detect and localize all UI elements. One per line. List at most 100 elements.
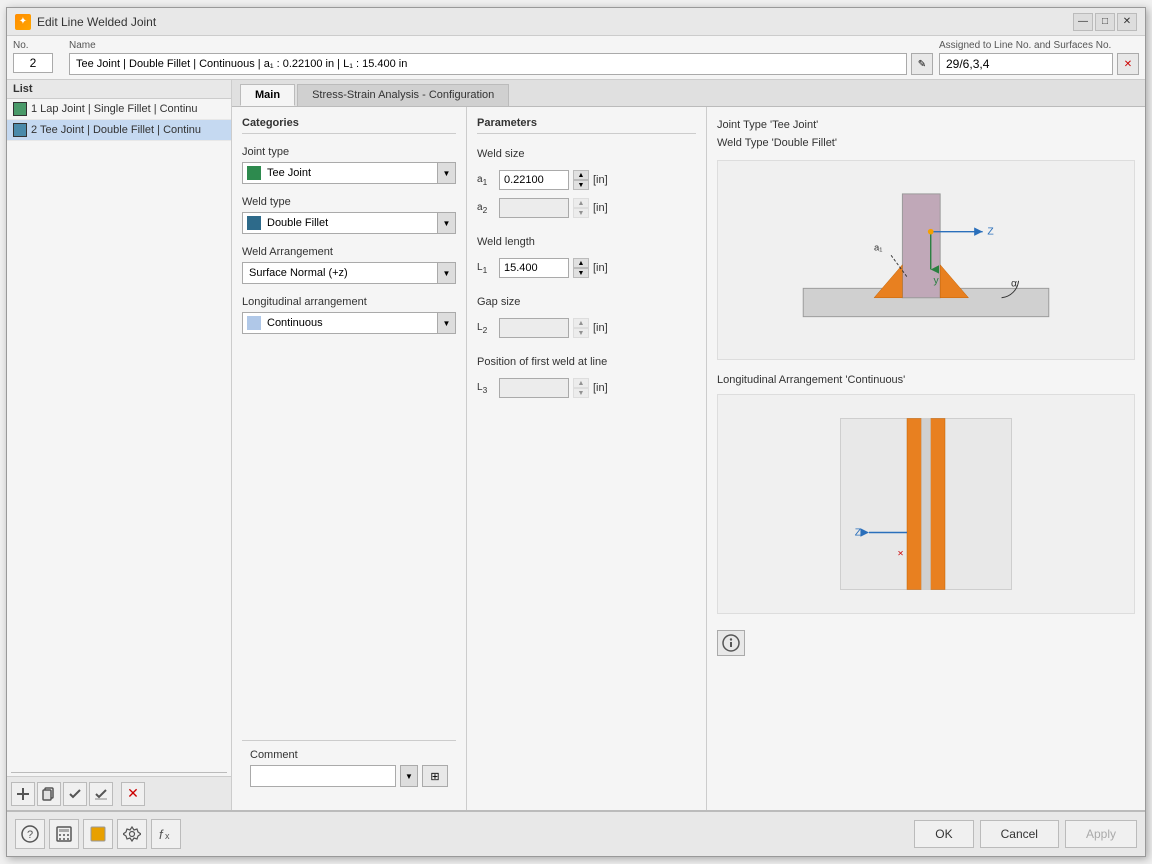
weld-type-group: Weld type Double Fillet ▼ [242, 196, 456, 234]
comment-edit-button[interactable]: ⊞ [422, 765, 448, 787]
joint-type-arrow-icon: ▼ [437, 163, 455, 183]
apply-button[interactable]: Apply [1065, 820, 1137, 848]
joint-type-info: Joint Type 'Tee Joint' Weld Type 'Double… [717, 117, 1135, 152]
bottom-right-buttons: OK Cancel Apply [914, 820, 1137, 848]
dialog-title: Edit Line Welded Joint [37, 15, 156, 29]
gap-size-group: Gap size L2 ▲ ▼ [in] [477, 296, 696, 342]
no-input[interactable] [13, 53, 53, 73]
weld-type-label: Weld type [242, 196, 456, 208]
longitudinal-diagram: Z × [717, 394, 1135, 614]
a1-label: a1 [477, 174, 495, 187]
svg-text:x: x [165, 831, 170, 841]
check-all-button[interactable] [63, 782, 87, 806]
weld-arrangement-label: Weld Arrangement [242, 246, 456, 258]
longitudinal-group: Longitudinal arrangement Continuous ▼ [242, 296, 456, 334]
weld-arrangement-select[interactable]: Surface Normal (+z) ▼ [242, 262, 456, 284]
assigned-label: Assigned to Line No. and Surfaces No. [939, 40, 1139, 51]
list-item-icon [13, 102, 27, 116]
maximize-button[interactable]: □ [1095, 13, 1115, 31]
close-button[interactable]: ✕ [1117, 13, 1137, 31]
svg-text:Z: Z [855, 528, 862, 539]
a2-spinner: ▲ ▼ [573, 198, 589, 218]
list-item[interactable]: 2 Tee Joint | Double Fillet | Continu [7, 120, 231, 141]
tabs: Main Stress-Strain Analysis - Configurat… [232, 80, 1145, 107]
a1-row: a1 ▲ ▼ [in] [477, 170, 696, 190]
l1-spinner[interactable]: ▲ ▼ [573, 258, 589, 278]
a1-increment-button[interactable]: ▲ [573, 170, 589, 180]
a1-input[interactable] [499, 170, 569, 190]
l2-unit: [in] [593, 322, 608, 334]
a2-label: a2 [477, 202, 495, 215]
duplicate-item-button[interactable] [37, 782, 61, 806]
weld-type-color-indicator [247, 216, 261, 230]
l1-increment-button[interactable]: ▲ [573, 258, 589, 268]
joint-type-select[interactable]: Tee Joint ▼ [242, 162, 456, 184]
l3-input [499, 378, 569, 398]
no-field-group: No. [13, 40, 63, 75]
a2-unit: [in] [593, 202, 608, 214]
l3-row: L3 ▲ ▼ [in] [477, 378, 696, 398]
longitudinal-select[interactable]: Continuous ▼ [242, 312, 456, 334]
list-item-label: 1 Lap Joint | Single Fillet | Continu [31, 103, 198, 115]
comment-select[interactable] [250, 765, 396, 787]
svg-text:f: f [159, 827, 164, 842]
calculator-button[interactable] [49, 819, 79, 849]
l1-row: L1 ▲ ▼ [in] [477, 258, 696, 278]
l3-increment-button: ▲ [573, 378, 589, 388]
title-bar: ✦ Edit Line Welded Joint — □ ✕ [7, 8, 1145, 36]
visual-bottom [717, 630, 1135, 656]
l3-label: L3 [477, 382, 495, 395]
ok-button[interactable]: OK [914, 820, 973, 848]
position-label: Position of first weld at line [477, 356, 696, 368]
a2-decrement-button: ▼ [573, 208, 589, 218]
a1-spinner[interactable]: ▲ ▼ [573, 170, 589, 190]
minimize-button[interactable]: — [1073, 13, 1093, 31]
svg-text:×: × [898, 548, 904, 559]
list-item[interactable]: 1 Lap Joint | Single Fillet | Continu [7, 99, 231, 120]
cancel-button[interactable]: Cancel [980, 820, 1059, 848]
assigned-clear-button[interactable]: ✕ [1117, 53, 1139, 75]
assigned-row: ✕ [939, 53, 1139, 75]
comment-dropdown-arrow-icon[interactable]: ▼ [400, 765, 418, 787]
l2-spinner: ▲ ▼ [573, 318, 589, 338]
tab-content: Categories Joint type Tee Joint ▼ Weld t… [232, 107, 1145, 810]
svg-text:Z: Z [987, 227, 994, 238]
comment-row: ▼ ⊞ [250, 765, 448, 787]
new-item-button[interactable] [11, 782, 35, 806]
l3-unit: [in] [593, 382, 608, 394]
list-header: List [7, 80, 231, 99]
list-toolbar: ✕ [7, 776, 231, 810]
info-button[interactable] [717, 630, 745, 656]
list-item-icon [13, 123, 27, 137]
a1-decrement-button[interactable]: ▼ [573, 180, 589, 190]
color-button[interactable] [83, 819, 113, 849]
name-edit-button[interactable]: ✎ [911, 53, 933, 75]
a1-unit: [in] [593, 174, 608, 186]
name-row: ✎ [69, 53, 933, 75]
l2-label: L2 [477, 322, 495, 335]
categories-title: Categories [242, 117, 456, 134]
l1-decrement-button[interactable]: ▼ [573, 268, 589, 278]
weld-type-select[interactable]: Double Fillet ▼ [242, 212, 456, 234]
title-bar-left: ✦ Edit Line Welded Joint [15, 14, 156, 30]
weld-type-value: Double Fillet [265, 217, 437, 229]
joint-type-value: Tee Joint [265, 167, 437, 179]
uncheck-all-button[interactable] [89, 782, 113, 806]
tab-main[interactable]: Main [240, 84, 295, 106]
delete-item-button[interactable]: ✕ [121, 782, 145, 806]
tab-stress-strain[interactable]: Stress-Strain Analysis - Configuration [297, 84, 509, 106]
a2-input [499, 198, 569, 218]
weld-type-arrow-icon: ▼ [437, 213, 455, 233]
help-button[interactable]: ? [15, 819, 45, 849]
name-input[interactable] [69, 53, 907, 75]
comment-label: Comment [250, 749, 448, 761]
l1-input[interactable] [499, 258, 569, 278]
visual-panel: Joint Type 'Tee Joint' Weld Type 'Double… [707, 107, 1145, 810]
l1-unit: [in] [593, 262, 608, 274]
assigned-input[interactable] [939, 53, 1113, 75]
settings-button[interactable] [117, 819, 147, 849]
list-item-label: 2 Tee Joint | Double Fillet | Continu [31, 124, 201, 136]
name-field-group: Name ✎ [69, 40, 933, 75]
formula-button[interactable]: f x [151, 819, 181, 849]
a2-increment-button: ▲ [573, 198, 589, 208]
